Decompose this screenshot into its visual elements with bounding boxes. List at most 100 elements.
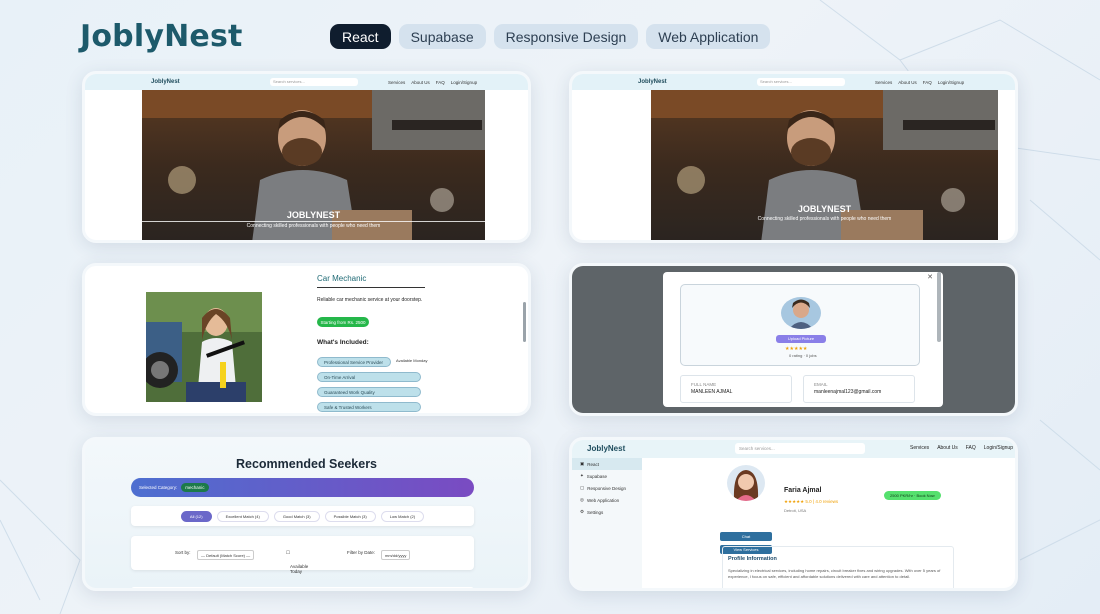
sidebar-item-label: Web Application (586, 497, 620, 503)
modal-scrollbar[interactable] (937, 272, 941, 342)
chat-button[interactable]: Chat (720, 532, 772, 541)
fullname-value: MANLEEN AJMAL (691, 389, 733, 395)
hero-subtitle: Connecting skilled professionals with pe… (246, 223, 381, 229)
mini-search: Search services... (757, 78, 845, 86)
profile-modal: ✕ Upload Picture ★★★★★ 0 rating · 0 jobs… (663, 272, 943, 407)
tag-react[interactable]: React (330, 24, 391, 49)
mini-brand: JoblyNest (151, 79, 180, 85)
date-label: Filter by Date: (347, 550, 376, 555)
mini-link-faq: FAQ (922, 79, 932, 85)
email-field: EMAIL manleenajmal123@gmail.com (803, 375, 915, 403)
nav-faq[interactable]: FAQ (966, 445, 976, 451)
sort-select[interactable]: — Default (Match Score) — (197, 550, 255, 560)
included-item[interactable]: Guaranteed Work Quality (317, 387, 421, 397)
mini-search: Search services... (270, 78, 358, 86)
mini-nav-links: Services About Us FAQ Login/Signup (388, 80, 477, 85)
scrollbar[interactable] (523, 302, 526, 342)
screenshot-card-recommended-seekers[interactable]: Recommended Seekers Selected Category: m… (82, 437, 531, 591)
included-item[interactable]: Safe & Trusted Workers (317, 402, 421, 412)
mini-link-services: Services (875, 79, 893, 85)
close-icon[interactable]: ✕ (927, 273, 933, 281)
profile-info-panel: Profile Information Specializing in elec… (722, 546, 954, 588)
date-input[interactable]: mm/dd/yyyy (381, 550, 411, 560)
mini-navbar: JoblyNest Search services... Services Ab… (572, 74, 1015, 90)
sidebar-item-webapp[interactable]: ◎ Web Application (572, 494, 642, 506)
upload-picture-button[interactable]: Upload Picture (776, 335, 826, 343)
hero-title: JOBLYNEST (286, 210, 341, 220)
profile-summary-card: Upload Picture ★★★★★ 0 rating · 0 jobs (680, 284, 920, 366)
rating-text: 0 rating · 0 jobs (789, 353, 817, 358)
rating-stars: ★★★★★ (785, 346, 808, 352)
sort-label: Sort by: (175, 550, 191, 555)
included-item[interactable]: Professional Service Provider (317, 357, 391, 367)
sidebar-item-supabase[interactable]: ✦ Supabase (572, 470, 642, 482)
nav-about[interactable]: About Us (937, 445, 958, 451)
tab-good[interactable]: Good Match (3) (273, 510, 320, 522)
filter-bar: Sort by: — Default (Match Score) — ☐ Ava… (131, 536, 474, 574)
mini-link-services: Services (388, 79, 406, 85)
header: JoblyNest (80, 14, 243, 58)
included-heading: What's Included: (317, 339, 369, 346)
hero-subtitle: Connecting skilled professionals with pe… (757, 216, 892, 222)
sidebar-item-responsive[interactable]: ▢ Responsive Design (572, 482, 642, 494)
bolt-icon: ✦ (580, 473, 584, 478)
title-divider (317, 287, 425, 288)
category-label: Selected Category: (139, 485, 178, 490)
sidebar-item-react[interactable]: ▣ React (572, 458, 642, 470)
gear-icon: ⚙ (580, 509, 585, 514)
tag-supabase[interactable]: Supabase (398, 24, 486, 49)
tab-all[interactable]: All (12) (180, 510, 212, 522)
mini-nav-links: Services About Us FAQ Login/Signup (875, 80, 964, 85)
tag-responsive-design[interactable]: Responsive Design (493, 24, 639, 49)
screenshot-card-hero-2[interactable]: JoblyNest Search services... Services Ab… (569, 71, 1018, 243)
category-pill[interactable]: mechanic (181, 483, 209, 492)
dashboard-search[interactable]: Search services... (735, 443, 865, 454)
profile-name: Faria Ajmal (784, 487, 822, 494)
screenshot-card-hero-1[interactable]: JoblyNest Search services... Services Ab… (82, 71, 531, 243)
price-badge: Starting from Rs. 2500 (317, 317, 369, 327)
mini-link-about: About Us (411, 79, 430, 85)
hero-divider (142, 221, 485, 222)
match-tabs: All (12) Excellent Match (4) Good Match … (131, 506, 474, 526)
mini-link-login: Login/Signup (937, 79, 965, 85)
mini-link-about: About Us (898, 79, 917, 85)
results-panel-edge (131, 587, 474, 588)
service-title: Car Mechanic (317, 274, 367, 283)
tag-web-application[interactable]: Web Application (646, 24, 771, 49)
home-icon: ▣ (580, 461, 585, 466)
profile-rating: ★★★★★ 5.0 | 4.0 reviews (784, 499, 839, 504)
tab-low[interactable]: Low Match (2) (380, 510, 425, 522)
book-button[interactable] (156, 414, 194, 416)
profile-location: Detroit, USA (784, 508, 807, 513)
brand-logo[interactable]: JoblyNest (80, 19, 243, 54)
nav-login[interactable]: Login/Signup (984, 445, 1013, 451)
avatar (781, 297, 821, 329)
tab-possible[interactable]: Possible Match (3) (324, 510, 376, 522)
seekers-title: Recommended Seekers (235, 457, 378, 471)
available-checkbox[interactable]: ☐ Available Today (286, 550, 308, 574)
dashboard-navbar: JoblyNest Search services... Services Ab… (572, 440, 1015, 458)
sidebar-item-settings[interactable]: ⚙ Settings (572, 506, 642, 518)
nav-services[interactable]: Services (910, 445, 929, 451)
hero-photo: JOBLYNEST Connecting skilled professiona… (142, 90, 485, 240)
profile-info-title: Profile Information (728, 556, 777, 562)
dashboard-brand[interactable]: JoblyNest (587, 444, 625, 453)
screenshot-card-profile-modal[interactable]: ✕ Upload Picture ★★★★★ 0 rating · 0 jobs… (569, 263, 1018, 416)
included-item[interactable]: On-Time Arrival (317, 372, 421, 382)
email-value: manleenajmal123@gmail.com (814, 389, 882, 395)
tech-tags: React Supabase Responsive Design Web App… (330, 24, 771, 49)
rate-badge[interactable]: 2500 PKR/hr · Book Now (884, 491, 941, 500)
hero-photo: JOBLYNEST Connecting skilled professiona… (651, 90, 998, 240)
mini-brand: JoblyNest (638, 79, 667, 85)
fullname-label: FULL NAME (691, 382, 717, 387)
mini-navbar: JoblyNest Search services... Services Ab… (85, 74, 528, 90)
tab-excellent[interactable]: Excellent Match (4) (216, 510, 269, 522)
screenshot-card-service-detail[interactable]: Car Mechanic Reliable car mechanic servi… (82, 263, 531, 416)
globe-icon: ◎ (580, 497, 584, 502)
service-description: Reliable car mechanic service at your do… (317, 297, 423, 303)
screenshot-card-dashboard-profile[interactable]: JoblyNest Search services... Services Ab… (569, 437, 1018, 591)
available-label: Available Today (290, 564, 309, 574)
dashboard-nav-links: Services About Us FAQ Login/Signup (910, 445, 1013, 451)
mini-link-faq: FAQ (435, 79, 445, 85)
sidebar-item-label: Responsive Design (587, 485, 627, 491)
